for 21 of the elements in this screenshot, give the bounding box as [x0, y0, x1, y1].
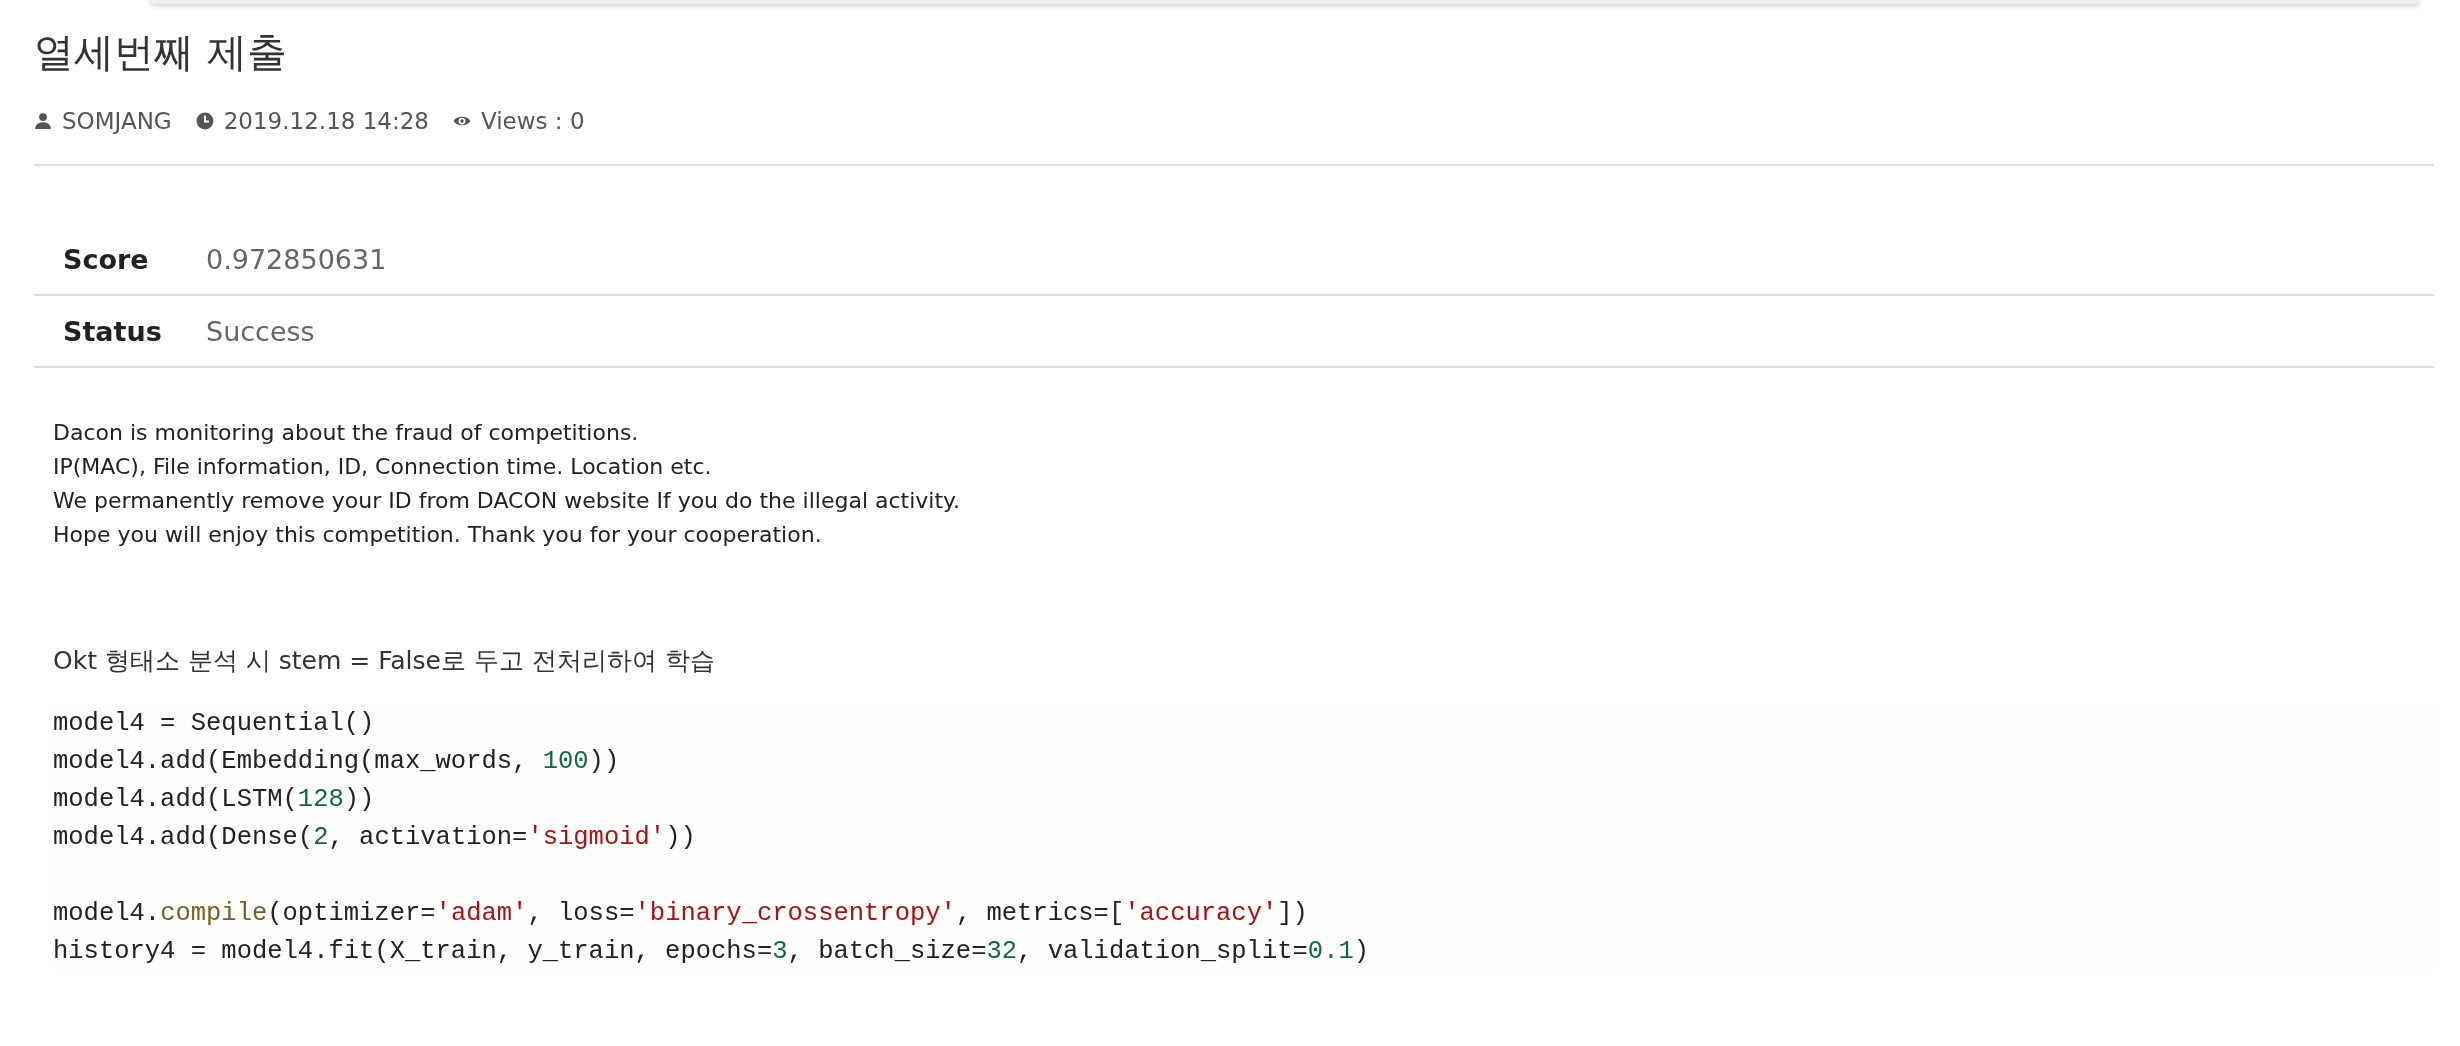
post-datetime: 2019.12.18 14:28	[223, 108, 429, 134]
description-text: Okt 형태소 분석 시 stem = False로 두고 전처리하여 학습	[52, 645, 716, 677]
post-title: 열세번째 제출	[34, 28, 288, 77]
detail-value: Success	[206, 315, 315, 347]
detail-value: 0.972850631	[206, 243, 387, 275]
notice-text: We permanently remove your ID from DACON website If you do the illegal activity.	[53, 487, 961, 515]
notice-text: Hope you will enjoy this competition. Thank you for your cooperation.	[53, 521, 823, 549]
code-line: history4 = model4.fit(X_train, y_train, epochs=3, batch_size=32, validation_split=0.1)	[53, 936, 1371, 968]
code-line: model4.add(LSTM(128))	[53, 784, 376, 816]
code-line: model4 = Sequential()	[53, 708, 376, 740]
detail-label: Score	[63, 243, 150, 275]
author-name: SOMJANG	[62, 108, 172, 134]
code-line: model4.compile(optimizer='adam', loss='binary_crossentropy', metrics=['accuracy'])	[53, 898, 1309, 930]
code-line: model4.add(Embedding(max_words, 100))	[53, 746, 621, 778]
code-line: model4.add(Dense(2, activation='sigmoid'))	[53, 822, 697, 854]
clock-icon	[195, 112, 214, 130]
view-count: Views : 0	[481, 108, 585, 134]
detail-label: Status	[63, 315, 163, 347]
notice-text: Dacon is monitoring about the fraud of competitions.	[53, 419, 640, 447]
person-icon	[34, 112, 52, 130]
notice-text: IP(MAC), File information, ID, Connection time. Location etc.	[53, 453, 713, 481]
